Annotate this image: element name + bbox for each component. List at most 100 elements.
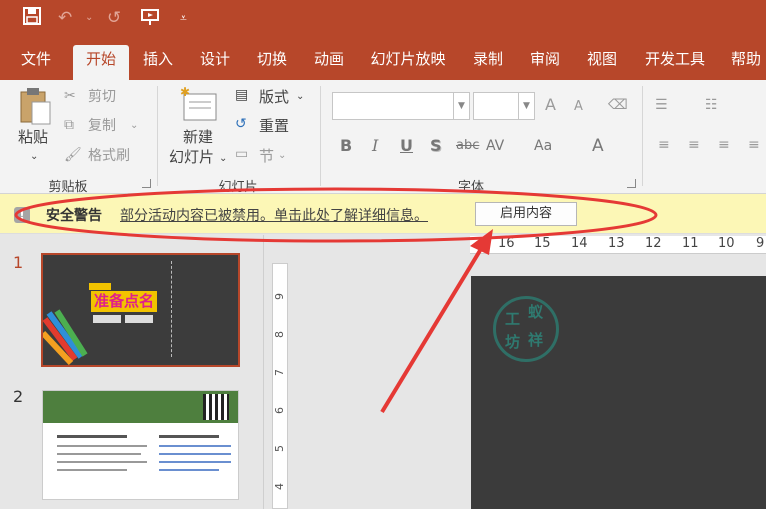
italic-button[interactable]: I: [372, 136, 378, 156]
font-group-label: 字体: [457, 180, 484, 195]
new-slide-icon[interactable]: ✱: [178, 85, 218, 122]
tab-home[interactable]: 开始: [73, 45, 129, 80]
ruler-tick: 4: [273, 483, 286, 490]
tab-view[interactable]: 视图: [578, 45, 626, 80]
format-painter-icon[interactable]: 🖌: [64, 146, 82, 164]
copy-icon[interactable]: ⧉: [64, 116, 74, 134]
tab-animations[interactable]: 动画: [304, 45, 354, 80]
clipboard-group-label: 剪贴板: [48, 180, 88, 195]
ruler-tick: 9: [756, 236, 765, 251]
text-line: [57, 453, 141, 455]
slide-canvas[interactable]: 工 蚁 坊 祥: [471, 276, 766, 509]
dashed-divider: [171, 261, 172, 357]
ruler-tick: 14: [571, 236, 588, 251]
text-line: [159, 453, 231, 455]
clear-formatting-icon[interactable]: ⌫: [608, 96, 628, 114]
save-icon[interactable]: [23, 7, 41, 31]
ruler-tick: 5: [273, 445, 286, 452]
vertical-ruler: 9 8 7 6 5 4: [272, 263, 288, 509]
font-color-button[interactable]: A: [592, 136, 604, 156]
text-line: [159, 461, 231, 463]
paste-dropdown-icon[interactable]: ⌄: [30, 148, 38, 166]
text-line: [57, 435, 127, 438]
undo-icon[interactable]: ↶: [58, 7, 72, 29]
layout-button[interactable]: 版式: [259, 88, 289, 106]
ruler-tick: 12: [645, 236, 662, 251]
char-spacing-button[interactable]: AV: [486, 136, 504, 156]
new-slide-line1[interactable]: 新建: [183, 128, 213, 146]
tab-transitions[interactable]: 切换: [247, 45, 297, 80]
stamp-char: 工: [505, 310, 521, 328]
reset-button[interactable]: 重置: [259, 117, 289, 135]
undo-dropdown-icon[interactable]: ⌄: [85, 7, 93, 29]
align-right-icon[interactable]: ≡: [718, 136, 730, 154]
chevron-down-icon[interactable]: ▼: [453, 93, 469, 119]
shadow-button[interactable]: S: [430, 136, 442, 156]
paste-icon[interactable]: [18, 86, 52, 126]
group-separator: [320, 86, 321, 186]
section-icon[interactable]: ▭: [235, 145, 248, 163]
tab-slideshow[interactable]: 幻灯片放映: [362, 45, 454, 80]
strikethrough-button[interactable]: abc: [456, 136, 479, 156]
layout-icon[interactable]: ▤: [235, 86, 248, 104]
customize-qat-icon[interactable]: ⩡: [180, 7, 187, 29]
chevron-down-icon[interactable]: ▼: [518, 93, 534, 119]
paste-button[interactable]: 粘贴: [18, 128, 48, 146]
numbering-icon[interactable]: ☷: [705, 96, 718, 114]
change-case-button[interactable]: Aa: [534, 136, 552, 156]
clipboard-launcher-icon[interactable]: [142, 179, 151, 188]
tab-insert[interactable]: 插入: [133, 45, 183, 80]
cut-icon[interactable]: ✂: [64, 87, 76, 105]
font-size-combo[interactable]: ▼: [473, 92, 535, 120]
tab-review[interactable]: 审阅: [521, 45, 569, 80]
align-left-icon[interactable]: ≡: [658, 136, 670, 154]
redo-icon[interactable]: ↺: [107, 7, 121, 29]
tab-file[interactable]: 文件: [10, 45, 62, 80]
tab-recording[interactable]: 录制: [464, 45, 512, 80]
bullets-icon[interactable]: ☰: [655, 96, 668, 114]
underline-button[interactable]: U: [400, 136, 413, 156]
ribbon-tabs: 文件 开始 插入 设计 切换 动画 幻灯片放映 录制 审阅 视图 开发工具 帮助: [0, 38, 766, 80]
font-name-combo[interactable]: ▼: [332, 92, 470, 120]
qr-code: [203, 394, 229, 420]
copy-dropdown-icon[interactable]: ⌄: [130, 117, 138, 135]
justify-icon[interactable]: ≡: [748, 136, 760, 154]
ruler-tick: 13: [608, 236, 625, 251]
slide-number: 1: [13, 253, 24, 272]
security-details-link[interactable]: 部分活动内容已被禁用。单击此处了解详细信息。: [120, 205, 428, 225]
stamp-char: 蚁: [528, 303, 544, 321]
cut-button[interactable]: 剪切: [88, 88, 116, 106]
copy-button[interactable]: 复制: [88, 117, 116, 135]
shrink-font-icon[interactable]: A: [574, 98, 583, 116]
ruler-tick: 8: [273, 331, 286, 338]
stamp-char: 祥: [528, 331, 544, 349]
section-dropdown-icon[interactable]: ⌄: [278, 147, 286, 165]
section-button[interactable]: 节: [259, 147, 274, 165]
font-launcher-icon[interactable]: [627, 179, 636, 188]
ruler-tick: 9: [273, 293, 286, 300]
tab-developer[interactable]: 开发工具: [635, 45, 715, 80]
text-line: [159, 435, 219, 438]
text-line: [159, 469, 219, 471]
layout-dropdown-icon[interactable]: ⌄: [296, 88, 304, 106]
reset-icon[interactable]: ↺: [235, 115, 247, 133]
new-slide-button[interactable]: 幻灯片: [169, 148, 214, 166]
slide-thumbnail-1[interactable]: 准备点名: [41, 253, 240, 367]
ruler-tick: 7: [273, 369, 286, 376]
new-slide-dropdown-icon[interactable]: ⌄: [219, 150, 227, 168]
warning-icon: !: [14, 207, 30, 223]
slide-thumbnail-2[interactable]: [42, 390, 239, 500]
slide-button-shape: [93, 315, 121, 323]
align-center-icon[interactable]: ≡: [688, 136, 700, 154]
enable-content-button[interactable]: 启用内容: [475, 202, 577, 226]
bold-button[interactable]: B: [340, 136, 352, 156]
tab-design[interactable]: 设计: [190, 45, 240, 80]
tab-help[interactable]: 帮助: [722, 45, 766, 80]
crayons-image: [43, 309, 89, 365]
slideshow-from-start-icon[interactable]: [140, 7, 160, 33]
security-warning-bar: ! 安全警告 部分活动内容已被禁用。单击此处了解详细信息。 启用内容: [0, 194, 766, 234]
ruler-tick: 6: [273, 407, 286, 414]
text-line: [57, 445, 147, 447]
format-painter-button[interactable]: 格式刷: [88, 147, 130, 165]
grow-font-icon[interactable]: A: [545, 96, 556, 114]
